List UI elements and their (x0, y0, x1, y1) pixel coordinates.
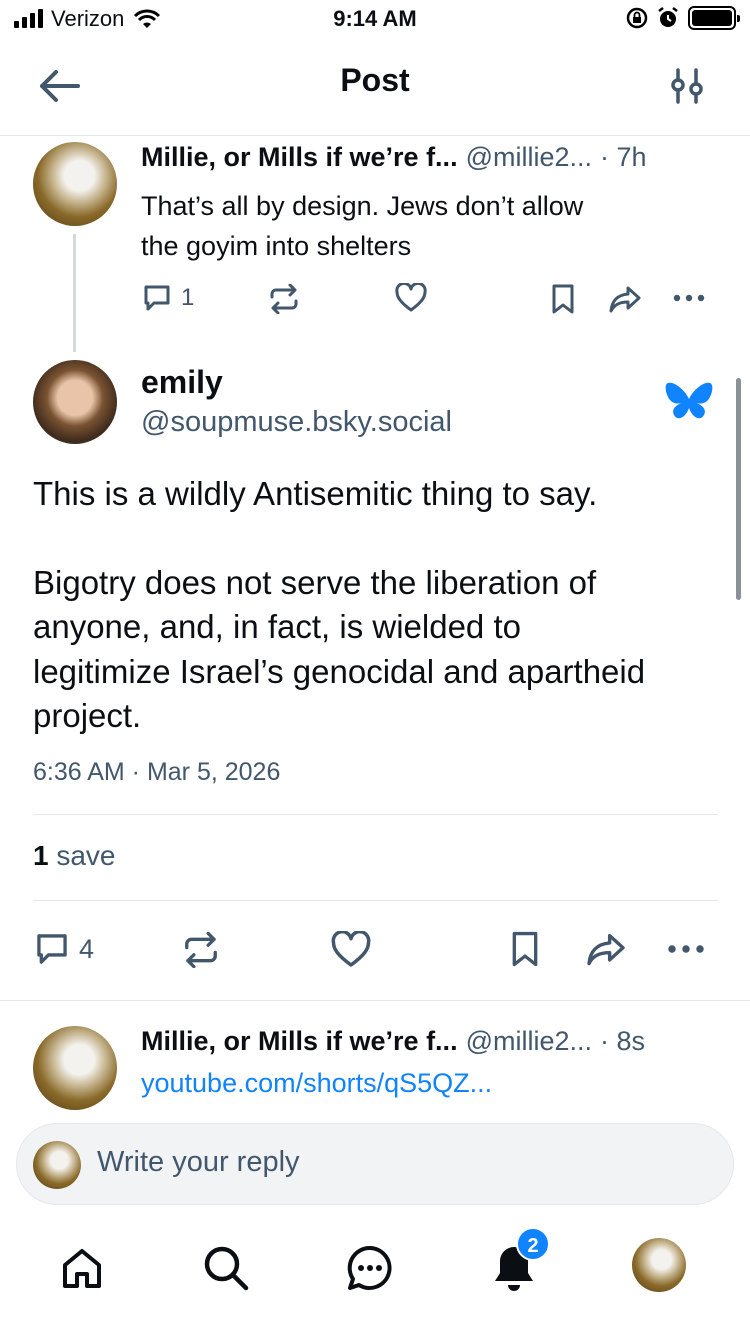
butterfly-icon (665, 382, 713, 419)
bottom-nav: 2 (0, 1222, 750, 1334)
sliders-icon[interactable] (670, 66, 704, 106)
heart-icon (395, 283, 427, 312)
post-paragraph-line: Bigotry does not serve the liberation of (33, 563, 597, 601)
parent-bookmark-button[interactable] (550, 283, 576, 315)
parent-post-text-line: That’s all by design. Jews don’t allow (141, 191, 584, 221)
reply-icon (37, 934, 67, 964)
divider (0, 1000, 750, 1001)
battery-icon (688, 6, 740, 30)
chat-icon (347, 1245, 392, 1290)
reply-post-header[interactable]: Millie, or Mills if we’re f... @millie2.… (141, 1026, 645, 1057)
author-avatar[interactable] (33, 360, 117, 444)
search-icon (204, 1246, 249, 1291)
alarm-icon (658, 7, 678, 27)
bookmark-button[interactable] (509, 930, 541, 968)
post-paragraph-line: project. (33, 697, 142, 734)
heart-icon (331, 931, 371, 967)
page-title: Post (340, 62, 410, 98)
share-icon (609, 286, 641, 313)
parent-post-text-line: the goyim into shelters (141, 231, 412, 261)
repost-button[interactable] (182, 932, 220, 968)
status-bar: Verizon 9:14 AM (0, 0, 750, 40)
reply-icon (144, 285, 170, 311)
parent-repost-button[interactable] (268, 284, 300, 314)
share-button[interactable] (585, 932, 627, 966)
more-button[interactable] (666, 942, 706, 956)
parent-reply-count: 1 (181, 284, 195, 311)
composer-avatar (33, 1141, 81, 1189)
repost-icon (270, 284, 298, 314)
status-right (626, 6, 740, 30)
reply-author-handle[interactable]: @millie2... (466, 1026, 592, 1057)
repost-icon (185, 932, 217, 968)
post-paragraph-line: anyone, and, in fact, is wielded to (33, 608, 521, 645)
bookmark-icon (552, 284, 574, 314)
reply-author-avatar[interactable] (33, 1026, 117, 1110)
parent-post-header[interactable]: Millie, or Mills if we’re f... @millie2.… (141, 142, 647, 173)
profile-avatar[interactable] (632, 1238, 686, 1292)
parent-more-button[interactable] (672, 292, 706, 304)
reply-author-name[interactable]: Millie, or Mills if we’re f... (141, 1026, 458, 1057)
like-button[interactable] (331, 931, 371, 969)
parent-post-text[interactable]: That’s all by design. Jews don’t allow t… (141, 186, 701, 266)
parent-author-handle[interactable]: @millie2... (466, 142, 592, 173)
nav-search[interactable] (196, 1238, 256, 1298)
parent-reply-button[interactable]: 1 (141, 282, 194, 314)
reply-post-link[interactable]: youtube.com/shorts/qS5QZ... (141, 1068, 492, 1099)
rotation-lock-icon (626, 7, 648, 29)
parent-like-button[interactable] (395, 283, 427, 313)
bookmark-icon (512, 931, 538, 967)
author-handle[interactable]: @soupmuse.bsky.social (141, 406, 452, 439)
nav-chat[interactable] (340, 1238, 400, 1298)
save-count-number: 1 (33, 840, 49, 871)
top-bar: Post (0, 40, 750, 136)
post-timestamp: 6:36 AM · Mar 5, 2026 (33, 758, 281, 786)
home-icon (63, 1249, 101, 1288)
nav-home[interactable] (52, 1238, 112, 1298)
save-count-label: save (56, 840, 116, 871)
parent-post-age: · 7h (600, 142, 647, 172)
more-icon (673, 294, 705, 302)
more-icon (668, 945, 704, 953)
divider (33, 814, 718, 815)
notification-badge: 2 (516, 1227, 550, 1261)
divider (33, 900, 718, 901)
saves-count[interactable]: 1 save (33, 840, 116, 872)
parent-author-name[interactable]: Millie, or Mills if we’re f... (141, 142, 458, 173)
reply-input[interactable]: Write your reply (97, 1146, 300, 1179)
thread-line (73, 234, 76, 352)
scrollbar[interactable] (736, 378, 741, 600)
post-paragraph-line: legitimize Israel’s genocidal and aparth… (33, 652, 646, 690)
post-body[interactable]: This is a wildly Antisemitic thing to sa… (33, 472, 723, 739)
reply-composer[interactable]: Write your reply (16, 1123, 734, 1205)
parent-share-button[interactable] (608, 285, 642, 313)
share-icon (587, 933, 625, 966)
reply-button[interactable]: 4 (33, 930, 94, 968)
author-name[interactable]: emily (141, 364, 223, 401)
reply-post-age: · 8s (600, 1026, 646, 1056)
post-paragraph: This is a wildly Antisemitic thing to sa… (33, 475, 598, 512)
parent-author-avatar[interactable] (33, 142, 117, 226)
reply-count: 4 (79, 933, 95, 964)
